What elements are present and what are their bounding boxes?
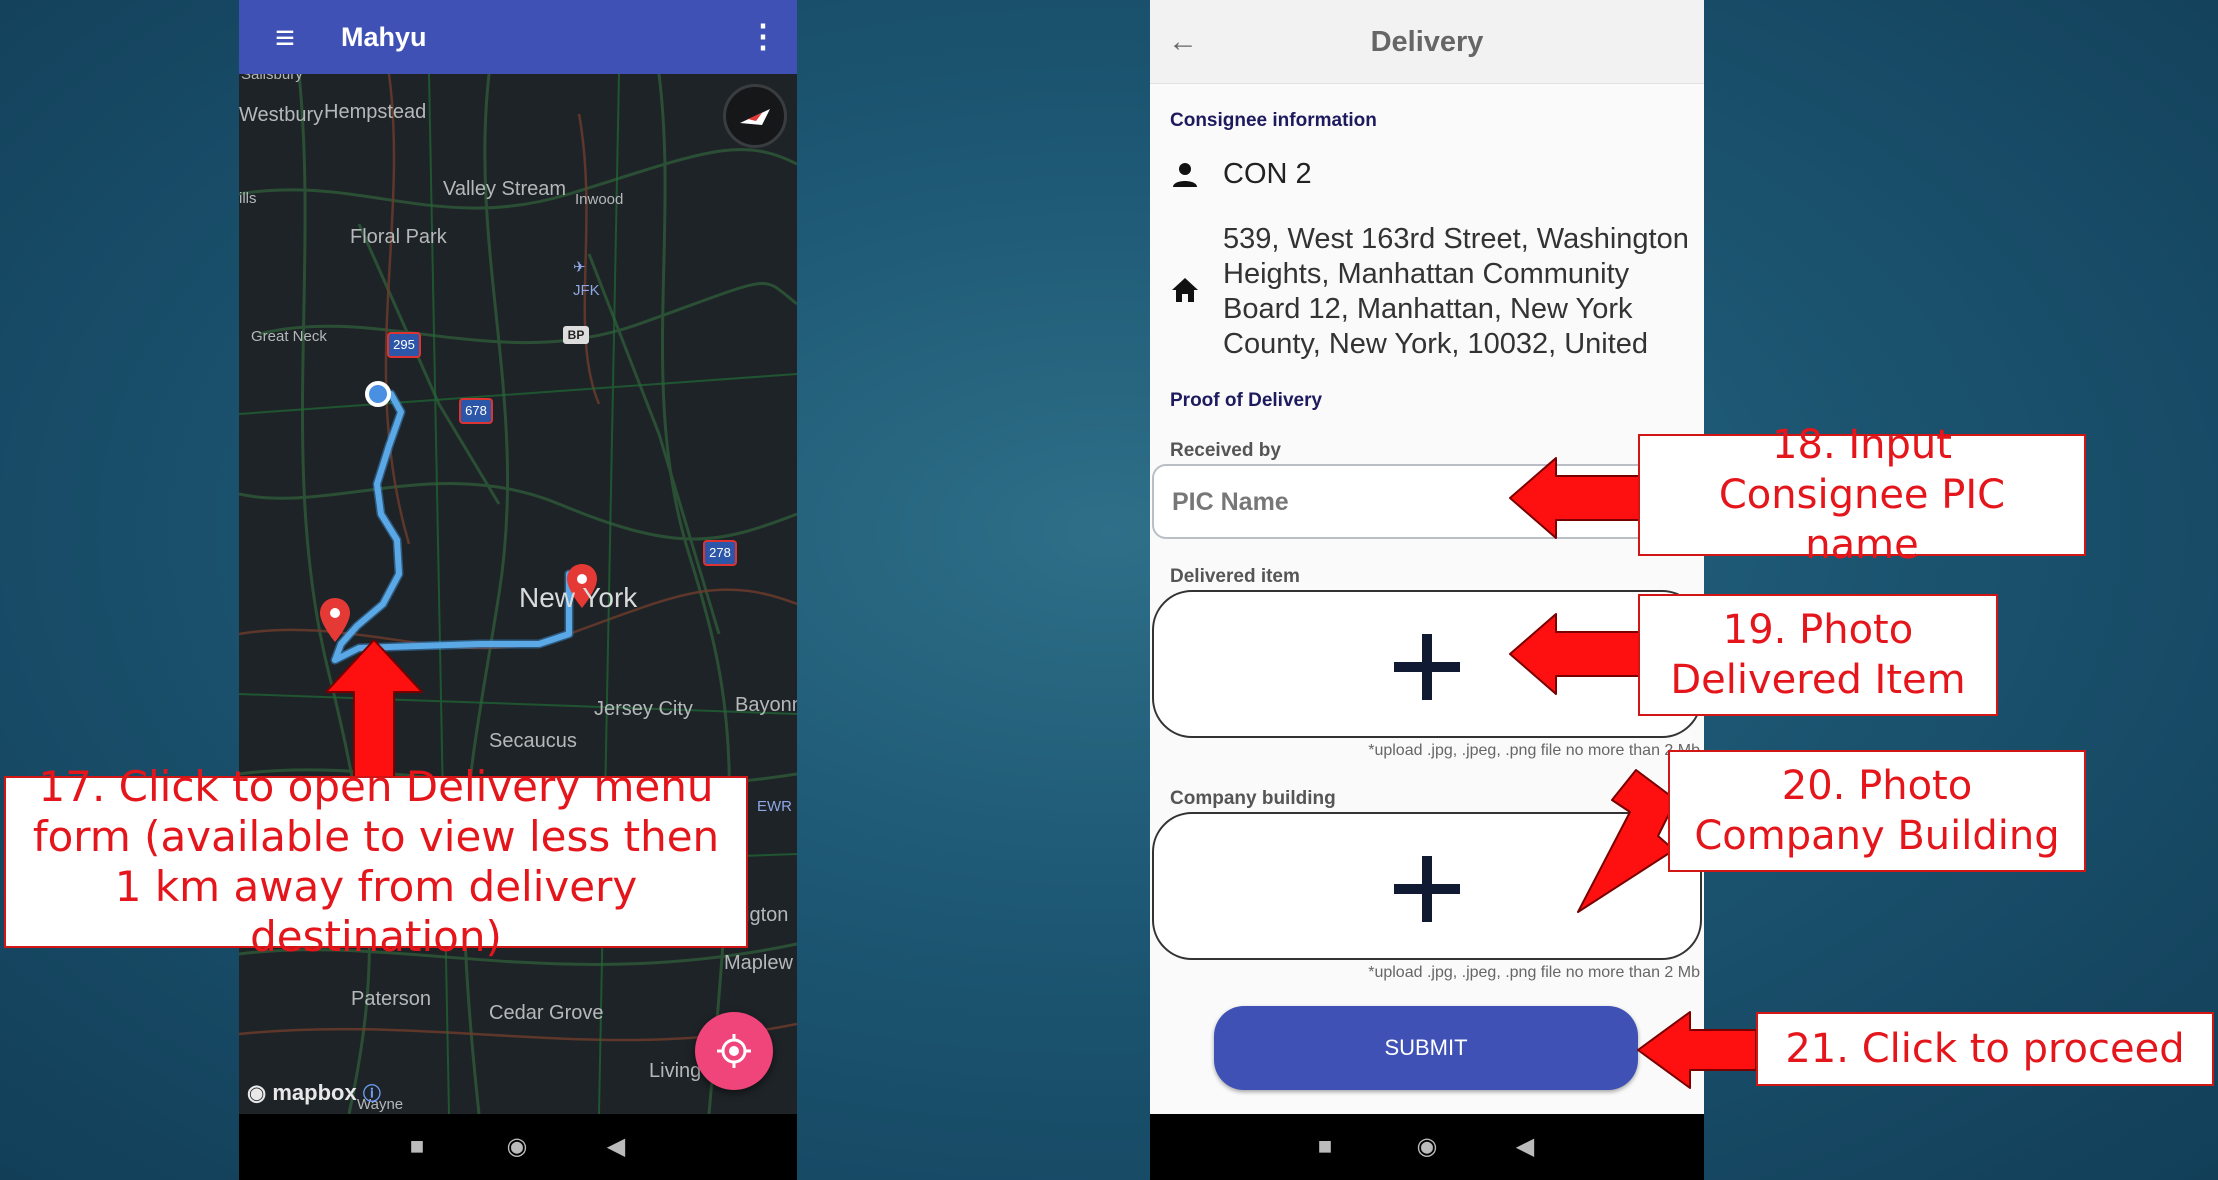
callout-19: 19. Photo Delivered Item [1638,594,1998,716]
callout-21: 21. Click to proceed [1756,1012,2214,1086]
callout-18: 18. Input Consignee PIC name [1638,422,2086,568]
callout-20: 20. Photo Company Building [1668,750,2086,872]
annotation-arrows [325,457,1757,1089]
callout-17: 17. Click to open Delivery menu form (av… [4,762,748,961]
